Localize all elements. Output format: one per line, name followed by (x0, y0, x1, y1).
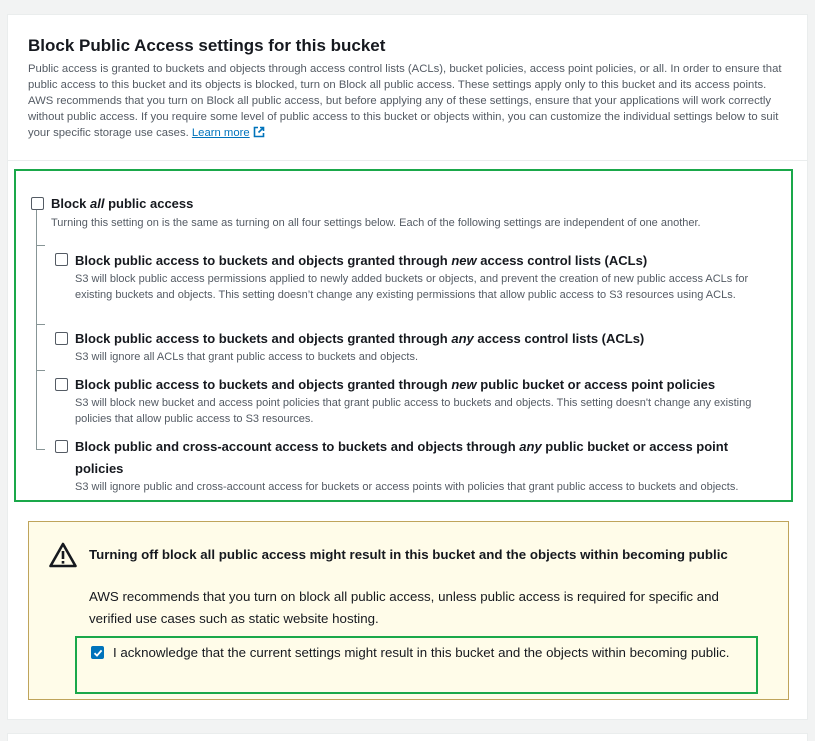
checkmark-icon (93, 649, 102, 657)
block-all-description: Turning this setting on is the same as t… (51, 217, 701, 229)
tree-branch (36, 324, 45, 325)
block-new-policies-description: S3 will block new bucket and access poin… (75, 397, 752, 425)
warning-icon (49, 542, 77, 573)
tree-branch (36, 245, 45, 246)
section-title: Block Public Access settings for this bu… (28, 36, 386, 55)
tree-line (36, 203, 37, 449)
block-all-checkbox[interactable] (31, 197, 44, 210)
block-new-policies-label[interactable]: Block public access to buckets and objec… (75, 377, 715, 392)
section-header: Block Public Access settings for this bu… (8, 15, 807, 161)
block-cross-account-description: S3 will ignore public and cross-account … (75, 481, 739, 493)
block-any-acls-checkbox[interactable] (55, 332, 68, 345)
tree-branch (36, 449, 45, 450)
tree-branch (36, 370, 45, 371)
block-cross-account-checkbox[interactable] (55, 440, 68, 453)
acknowledge-checkbox[interactable] (91, 646, 104, 659)
block-new-policies-checkbox[interactable] (55, 378, 68, 391)
block-new-acls-label[interactable]: Block public access to buckets and objec… (75, 253, 647, 268)
block-new-acls-checkbox[interactable] (55, 253, 68, 266)
section-description-text: Public access is granted to buckets and … (28, 63, 782, 139)
acknowledge-label[interactable]: I acknowledge that the current settings … (113, 642, 753, 664)
acknowledge-highlight: I acknowledge that the current settings … (75, 636, 758, 694)
warning-text: AWS recommends that you turn on block al… (89, 589, 719, 626)
warning-title: Turning off block all public access migh… (89, 547, 728, 562)
warning-alert: Turning off block all public access migh… (28, 521, 789, 700)
section-description: Public access is granted to buckets and … (28, 61, 788, 143)
block-any-acls-description: S3 will ignore all ACLs that grant publi… (75, 351, 419, 363)
block-any-acls-label[interactable]: Block public access to buckets and objec… (75, 331, 644, 346)
settings-panel: Block Public Access settings for this bu… (7, 14, 808, 720)
block-settings-highlight: Block all public access Turning this set… (14, 169, 793, 502)
next-panel (7, 733, 808, 741)
block-new-acls-description: S3 will block public access permissions … (75, 273, 749, 301)
external-link-icon (253, 126, 265, 143)
block-cross-account-label[interactable]: Block public and cross-account access to… (75, 439, 728, 454)
block-cross-account-label-line2[interactable]: policies (75, 461, 123, 476)
learn-more-link[interactable]: Learn more (191, 126, 265, 139)
block-all-label[interactable]: Block all public access (51, 196, 193, 211)
learn-more-label: Learn more (191, 127, 250, 139)
